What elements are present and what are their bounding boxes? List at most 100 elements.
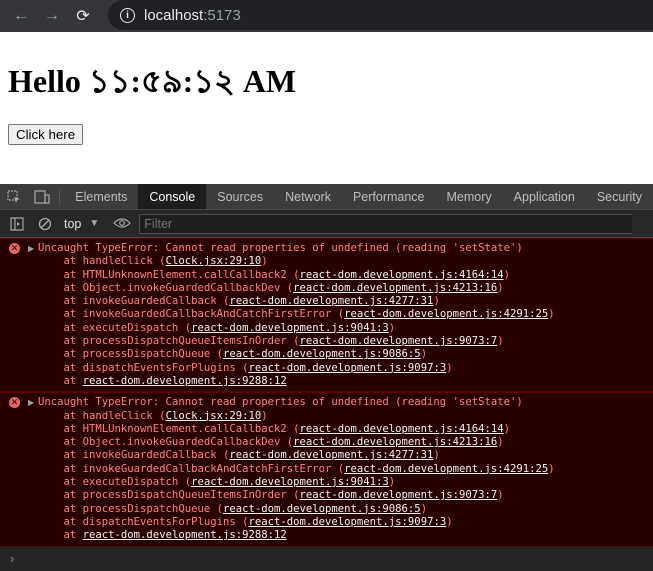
stack-frame-function: at processDispatchQueue ( (38, 348, 223, 361)
live-expression-eye-icon[interactable] (113, 216, 132, 232)
clear-console-icon[interactable] (34, 217, 56, 231)
console-error-message[interactable]: ✕ ▶ Uncaught TypeError: Cannot read proper… (0, 392, 653, 547)
source-link[interactable]: react-dom.development.js:4277:31 (229, 449, 433, 461)
reload-icon[interactable]: ⟳ (73, 6, 93, 26)
source-link[interactable]: react-dom.development.js:4213:16 (293, 436, 497, 448)
source-link[interactable]: react-dom.development.js:9073:7 (300, 335, 498, 347)
prompt-chevron-icon: › (10, 551, 15, 567)
tab-application[interactable]: Application (503, 184, 586, 209)
url-host: localhost (144, 6, 204, 24)
source-link[interactable]: react-dom.development.js:9086:5 (223, 348, 421, 360)
stack-frame-suffix: ) (261, 255, 268, 268)
stack-frame-function: at invokeGuardedCallbackAndCatchFirstErr… (38, 462, 345, 475)
tab-sources[interactable]: Sources (206, 184, 274, 209)
stack-frame: at HTMLUnknownElement.callCallback2 (rea… (0, 269, 653, 282)
source-link[interactable]: react-dom.development.js:9097:3 (248, 362, 446, 374)
stack-frame-function: at Object.invokeGuardedCallbackDev ( (38, 436, 294, 449)
stack-frame-function: at (38, 529, 83, 542)
sidebar-toggle-icon[interactable] (6, 216, 28, 231)
stack-frame: at invokeGuardedCallbackAndCatchFirstErr… (0, 463, 653, 476)
tab-security[interactable]: Security (586, 184, 653, 209)
info-icon[interactable]: i (120, 7, 135, 23)
device-toolbar-icon[interactable] (28, 184, 56, 209)
error-message-text: Uncaught TypeError: Cannot read properti… (38, 396, 523, 409)
inspect-element-icon[interactable] (0, 184, 28, 209)
source-link[interactable]: react-dom.development.js:4291:25 (344, 308, 548, 320)
source-link[interactable]: react-dom.development.js:4164:14 (300, 269, 504, 281)
stack-frame: at Object.invokeGuardedCallbackDev (reac… (0, 436, 653, 449)
source-link[interactable]: react-dom.development.js:4213:16 (293, 282, 497, 294)
forward-arrow-icon[interactable]: → (42, 6, 62, 26)
source-link[interactable]: react-dom.development.js:4164:14 (300, 423, 504, 435)
stack-frame-suffix: ) (503, 268, 510, 281)
stack-frame: at processDispatchQueue (react-dom.devel… (0, 348, 653, 361)
context-selector[interactable]: top ▼ (64, 217, 99, 231)
error-message-text: Uncaught TypeError: Cannot read properti… (38, 242, 523, 254)
stack-frame-suffix: ) (446, 361, 453, 374)
source-link[interactable]: react-dom.development.js:9288:12 (83, 529, 287, 541)
tab-separator (59, 189, 61, 204)
stack-frame-suffix: ) (548, 462, 555, 475)
stack-frame-suffix: ) (446, 515, 453, 528)
stack-frame-suffix: ) (388, 476, 396, 489)
caret-down-icon: ▼ (89, 218, 100, 229)
tab-console[interactable]: Console (138, 184, 207, 209)
source-link[interactable]: react-dom.development.js:9041:3 (191, 476, 389, 488)
filter-input[interactable] (139, 213, 633, 234)
source-link[interactable]: Clock.jsx:29:10 (166, 410, 262, 422)
console-error-message[interactable]: ✕ ▶ Uncaught TypeError: Cannot read proper… (0, 238, 653, 393)
stack-frame: at processDispatchQueueItemsInOrder (rea… (0, 489, 653, 502)
source-link[interactable]: react-dom.development.js:9073:7 (300, 489, 498, 501)
page-heading: Hello ১১:৫৯:১২ AM (8, 63, 297, 99)
stack-frame-function: at dispatchEventsForPlugins ( (38, 361, 249, 374)
stack-frame: at processDispatchQueueItemsInOrder (rea… (0, 335, 653, 348)
tab-network[interactable]: Network (274, 184, 342, 209)
console-messages: ✕ ▶ Uncaught TypeError: Cannot read proper… (0, 238, 653, 547)
stack-frame-suffix: ) (388, 321, 396, 334)
stack-frame: at executeDispatch (react-dom.developmen… (0, 476, 653, 489)
stack-frame: at invokeGuardedCallbackAndCatchFirstErr… (0, 308, 653, 321)
source-link[interactable]: react-dom.development.js:9086:5 (223, 503, 421, 515)
stack-frame-function: at processDispatchQueueItemsInOrder ( (38, 335, 300, 348)
stack-frame: at dispatchEventsForPlugins (react-dom.d… (0, 362, 653, 375)
stack-frame: at dispatchEventsForPlugins (react-dom.d… (0, 516, 653, 529)
source-link[interactable]: react-dom.development.js:4277:31 (229, 295, 433, 307)
tab-elements[interactable]: Elements (64, 184, 138, 209)
stack-frame-suffix: ) (433, 449, 440, 462)
click-here-button[interactable]: Click here (8, 124, 84, 145)
address-bar[interactable]: i localhost:5173 (108, 0, 653, 30)
stack-frame: at handleClick (Clock.jsx:29:10) (0, 410, 653, 423)
tab-performance[interactable]: Performance (342, 184, 436, 209)
url-text: localhost:5173 (144, 7, 241, 24)
console-prompt[interactable]: › (0, 546, 653, 571)
stack-frame-suffix: ) (433, 295, 440, 308)
devtools-panel: Elements Console Sources Network Perform… (0, 184, 653, 571)
stack-frame: at processDispatchQueue (react-dom.devel… (0, 503, 653, 516)
stack-frame: at invokeGuardedCallback (react-dom.deve… (0, 449, 653, 462)
stack-frame-function: at (38, 374, 83, 387)
source-link[interactable]: react-dom.development.js:4291:25 (344, 463, 548, 475)
stack-frame-suffix: ) (503, 422, 510, 435)
stack-frame-function: at HTMLUnknownElement.callCallback2 ( (38, 268, 300, 281)
source-link[interactable]: react-dom.development.js:9041:3 (191, 322, 389, 334)
stack-frame-suffix: ) (497, 335, 504, 348)
stack-frame-suffix: ) (548, 308, 555, 321)
stack-frame-function: at processDispatchQueue ( (38, 502, 223, 515)
stack-frame-function: at invokeGuardedCallbackAndCatchFirstErr… (38, 308, 345, 321)
console-toolbar: top ▼ (0, 210, 653, 238)
stack-frame-function: at executeDispatch ( (38, 321, 192, 334)
source-link[interactable]: Clock.jsx:29:10 (166, 255, 262, 267)
stack-frame: at invokeGuardedCallback (react-dom.deve… (0, 295, 653, 308)
stack-frame-function: at Object.invokeGuardedCallbackDev ( (38, 281, 294, 294)
stack-frame-suffix: ) (497, 436, 504, 449)
stack-frame-function: at HTMLUnknownElement.callCallback2 ( (38, 422, 300, 435)
url-port: :5173 (203, 6, 241, 24)
stack-frame-function: at executeDispatch ( (38, 476, 192, 489)
stack-frame-function: at invokeGuardedCallback ( (38, 295, 230, 308)
stack-frame-suffix: ) (420, 348, 428, 361)
stack-frame: at HTMLUnknownElement.callCallback2 (rea… (0, 423, 653, 436)
source-link[interactable]: react-dom.development.js:9097:3 (248, 516, 446, 528)
back-arrow-icon[interactable]: ← (11, 6, 31, 26)
tab-memory[interactable]: Memory (436, 184, 503, 209)
source-link[interactable]: react-dom.development.js:9288:12 (83, 375, 287, 387)
